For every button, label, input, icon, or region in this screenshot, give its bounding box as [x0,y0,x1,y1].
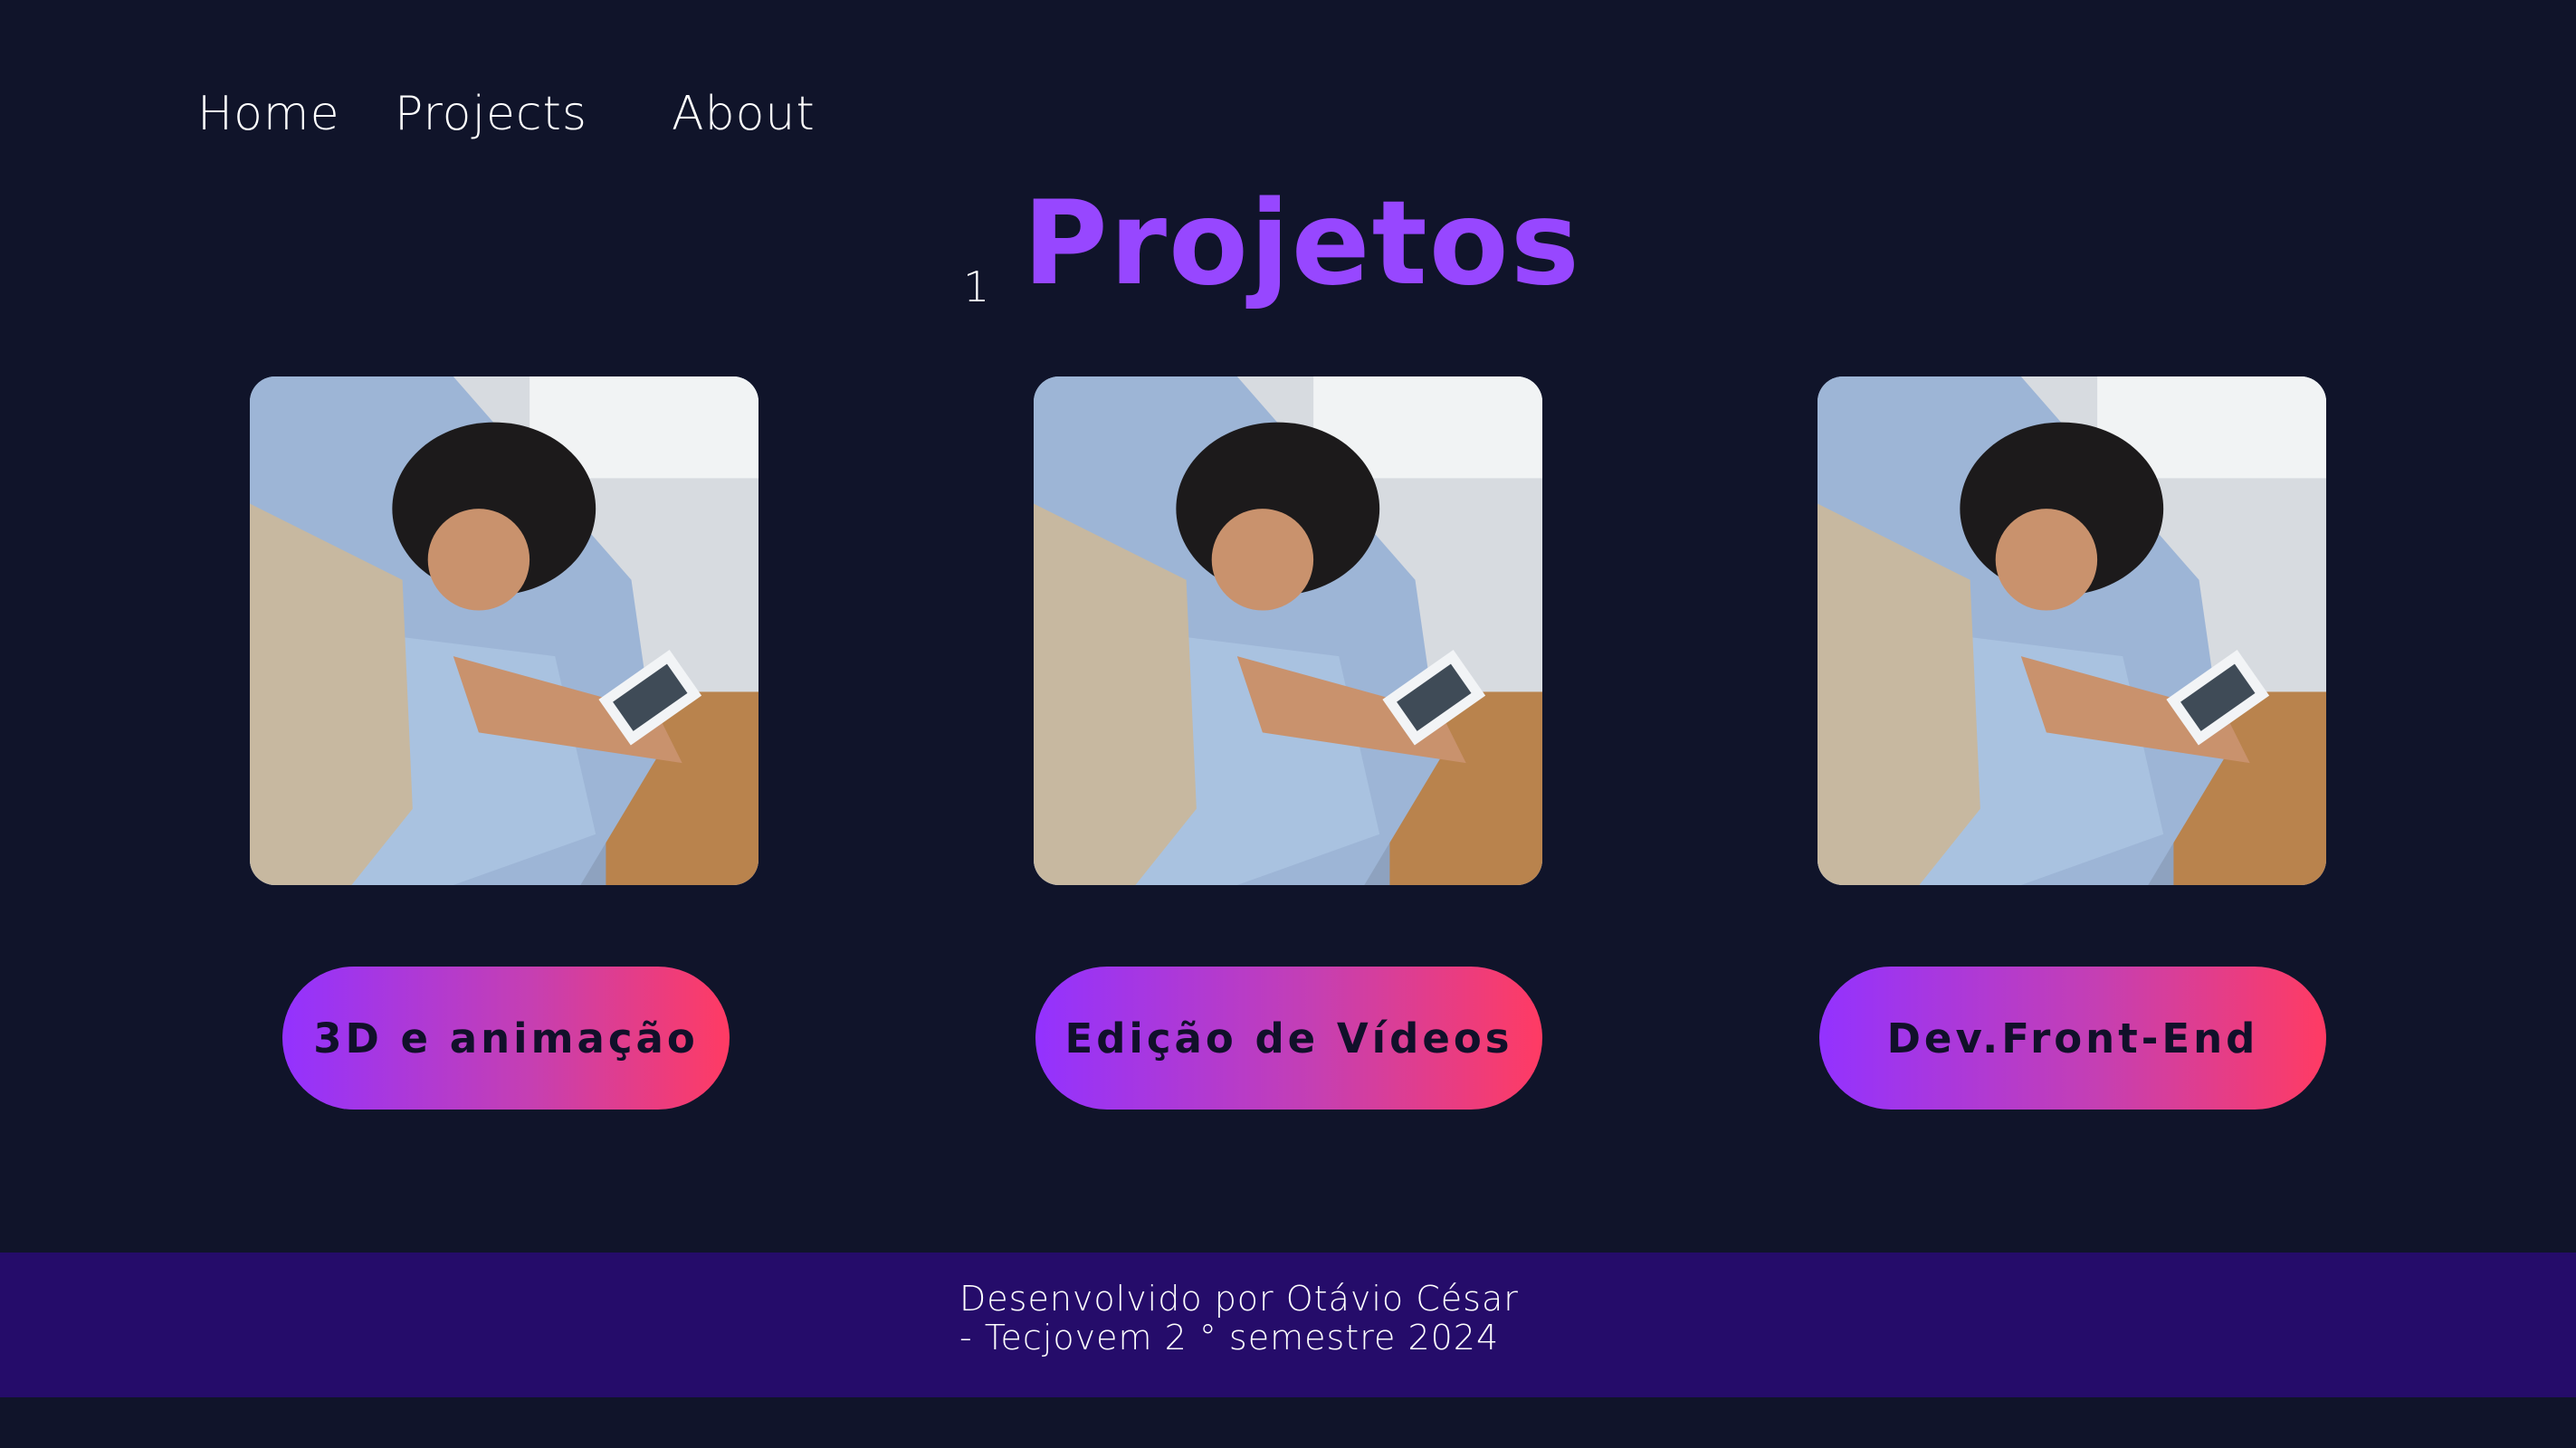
footer: Desenvolvido por Otávio César - Tecjovem… [0,1253,2576,1397]
project-button-front-end[interactable]: Dev.Front-End [1819,967,2326,1110]
footer-credits: Desenvolvido por Otávio César - Tecjovem… [959,1280,1519,1358]
project-button-video-editing[interactable]: Edição de Vídeos [1035,967,1542,1110]
project-image-2 [1034,376,1542,885]
nav-about-link[interactable]: About [672,87,816,141]
footer-line-1: Desenvolvido por Otávio César [959,1279,1519,1319]
person-with-tablet-photo [1818,376,2326,885]
person-with-tablet-photo [250,376,758,885]
person-with-tablet-photo [1034,376,1542,885]
nav-home-link[interactable]: Home [197,87,340,141]
project-image-3 [1818,376,2326,885]
nav-projects-link[interactable]: Projects [395,87,587,141]
page-index: 1 [963,262,990,311]
project-button-3d-animation[interactable]: 3D e animação [282,967,730,1110]
footer-line-2: - Tecjovem 2 ° semestre 2024 [959,1318,1500,1358]
page-title: Projetos [1023,176,1581,311]
project-image-1 [250,376,758,885]
